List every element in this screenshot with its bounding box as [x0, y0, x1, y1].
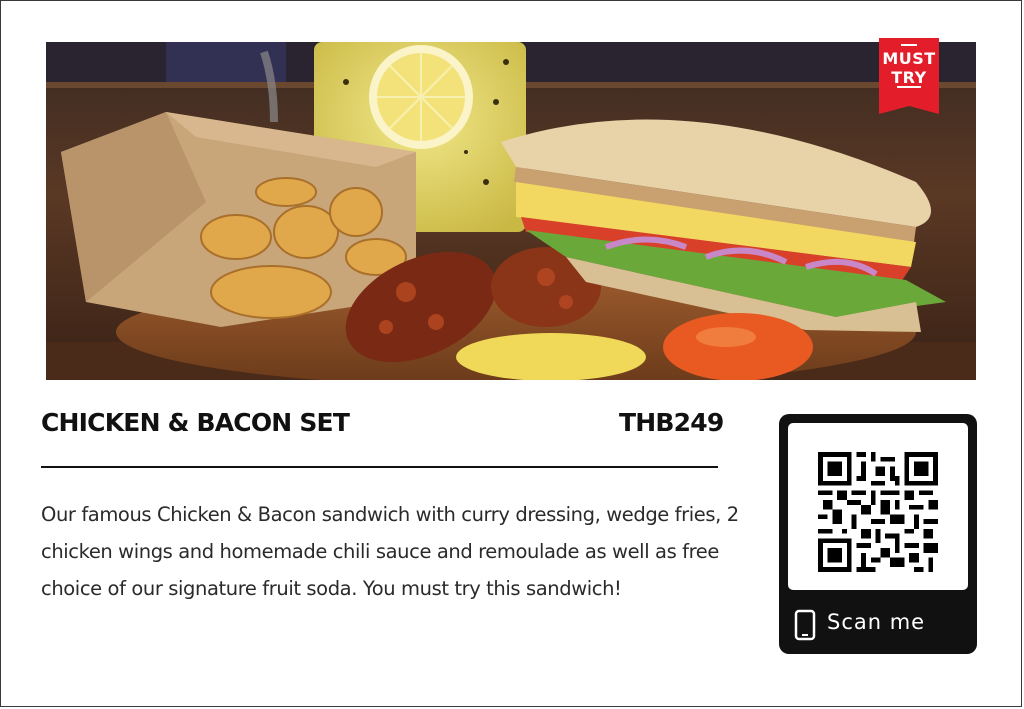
qr-code[interactable]	[788, 423, 968, 590]
food-photo	[46, 42, 976, 380]
divider	[41, 466, 718, 468]
item-description: Our famous Chicken & Bacon sandwich with…	[41, 503, 739, 600]
menu-card: MUST TRY CHICKEN & BACON SET THB249 Our …	[0, 0, 1022, 707]
phone-icon	[794, 609, 816, 641]
badge-line2: TRY	[891, 68, 927, 87]
must-try-badge: MUST TRY	[879, 38, 939, 114]
badge-line1: MUST	[882, 49, 936, 68]
badge-text: MUST TRY	[879, 49, 939, 87]
item-title: CHICKEN & BACON SET	[41, 408, 350, 437]
qr-panel[interactable]: Scan me	[779, 414, 977, 654]
item-price: THB249	[619, 408, 724, 437]
scan-me-label: Scan me	[827, 610, 926, 634]
